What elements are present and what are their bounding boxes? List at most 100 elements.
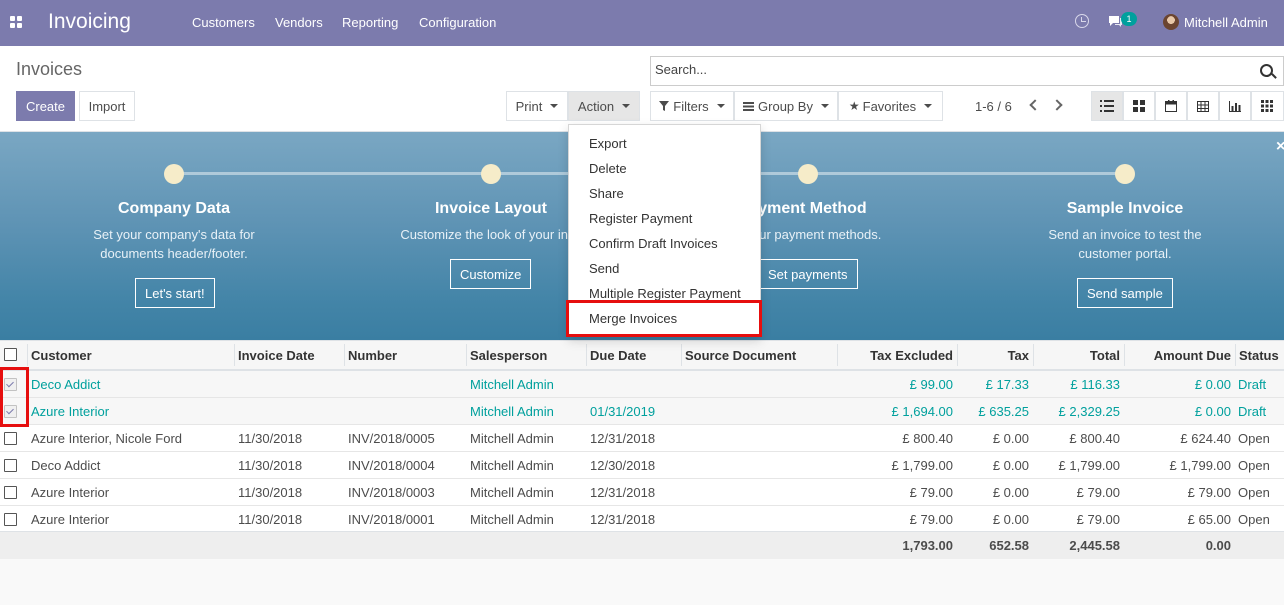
select-all-checkbox[interactable] — [4, 348, 17, 361]
cell-salesperson: Mitchell Admin — [470, 458, 554, 473]
cell-amount-due: £ 79.00 — [1187, 485, 1231, 500]
table-row[interactable]: Azure Interior, Nicole Ford 11/30/2018 I… — [0, 425, 1284, 452]
filters-button[interactable]: Filters — [650, 91, 734, 121]
col-tax-excluded[interactable]: Tax Excluded — [870, 348, 953, 363]
groupby-label: Group By — [758, 98, 813, 114]
cell-due-date: 12/30/2018 — [590, 458, 656, 473]
create-button[interactable]: Create — [16, 91, 75, 121]
list-view-button[interactable] — [1091, 91, 1123, 121]
menu-item-share[interactable]: Share — [589, 186, 624, 201]
caret-down-icon — [622, 104, 631, 108]
caret-down-icon — [550, 104, 559, 108]
col-amount-due[interactable]: Amount Due — [1154, 348, 1231, 363]
cell-invoice-date: 11/30/2018 — [238, 512, 303, 527]
pager-value[interactable]: 1-6 / 6 — [975, 99, 1012, 114]
dashboard-grid-icon — [1261, 100, 1273, 112]
caret-down-icon — [820, 104, 829, 108]
row-checkbox[interactable] — [4, 513, 17, 526]
favorites-button[interactable]: ★ Favorites — [838, 91, 943, 121]
cell-amount-due: £ 624.40 — [1180, 431, 1231, 446]
col-source-document[interactable]: Source Document — [685, 348, 796, 363]
cell-tax-excluded: £ 79.00 — [909, 485, 953, 500]
menu-customers[interactable]: Customers — [192, 15, 255, 30]
step-dot — [164, 164, 184, 184]
app-brand[interactable]: Invoicing — [48, 10, 131, 34]
cell-tax-excluded: £ 1,799.00 — [891, 458, 953, 473]
table-row[interactable]: Deco Addict Mitchell Admin £ 99.00 £ 17.… — [0, 371, 1284, 398]
calendar-view-button[interactable] — [1155, 91, 1187, 121]
print-label: Print — [515, 98, 543, 114]
cell-invoice-date: 11/30/2018 — [238, 485, 303, 500]
cell-status: Open — [1238, 431, 1270, 446]
close-icon[interactable]: × — [1276, 138, 1284, 156]
cell-total: £ 116.33 — [1070, 377, 1120, 392]
search-box[interactable] — [650, 56, 1284, 86]
menu-item-export[interactable]: Export — [589, 136, 627, 151]
search-input[interactable] — [655, 62, 1235, 77]
menu-item-send[interactable]: Send — [589, 261, 619, 276]
menu-reporting[interactable]: Reporting — [342, 15, 398, 30]
caret-down-icon — [924, 104, 933, 108]
row-checkbox[interactable] — [4, 432, 17, 445]
total-amount-due: 0.00 — [1205, 538, 1231, 553]
cell-status: Open — [1238, 485, 1270, 500]
search-icon[interactable] — [1260, 64, 1273, 77]
groupby-button[interactable]: Group By — [734, 91, 838, 121]
cell-status: Draft — [1238, 377, 1267, 392]
list-view-icon — [1100, 100, 1114, 112]
table-row[interactable]: Deco Addict 11/30/2018 INV/2018/0004 Mit… — [0, 452, 1284, 479]
cell-customer: Azure Interior — [31, 485, 110, 500]
action-dropdown-button[interactable]: Action — [568, 91, 640, 121]
cell-number: INV/2018/0001 — [348, 512, 435, 527]
cell-customer: Azure Interior, Nicole Ford — [31, 431, 183, 446]
dashboard-view-button[interactable] — [1251, 91, 1284, 121]
menu-item-confirm-draft[interactable]: Confirm Draft Invoices — [589, 236, 718, 251]
menu-vendors[interactable]: Vendors — [275, 15, 323, 30]
send-sample-button[interactable]: Send sample — [1077, 278, 1173, 308]
customize-button[interactable]: Customize — [450, 259, 532, 289]
cell-due-date: 12/31/2018 — [590, 431, 656, 446]
row-checkbox[interactable] — [4, 486, 17, 499]
pivot-view-button[interactable] — [1187, 91, 1219, 121]
cell-number: INV/2018/0005 — [348, 431, 435, 446]
graph-view-button[interactable] — [1219, 91, 1251, 121]
col-invoice-date[interactable]: Invoice Date — [238, 348, 315, 363]
star-icon: ★ — [848, 99, 860, 113]
import-button[interactable]: Import — [79, 91, 135, 121]
activity-clock-icon[interactable] — [1075, 14, 1089, 28]
col-tax[interactable]: Tax — [1008, 348, 1029, 363]
col-number[interactable]: Number — [348, 348, 397, 363]
row-checkbox[interactable] — [4, 459, 17, 472]
cell-tax: £ 17.33 — [985, 377, 1029, 392]
cell-total: £ 79.00 — [1076, 512, 1120, 527]
cell-number: INV/2018/0004 — [348, 458, 435, 473]
menu-configuration[interactable]: Configuration — [419, 15, 496, 30]
step-title-company: Company Data — [117, 200, 231, 217]
table-row[interactable]: Azure Interior 11/30/2018 INV/2018/0003 … — [0, 479, 1284, 506]
table-row[interactable]: Azure Interior 11/30/2018 INV/2018/0001 … — [0, 506, 1284, 533]
menu-item-delete[interactable]: Delete — [589, 161, 627, 176]
print-dropdown-button[interactable]: Print — [506, 91, 568, 121]
col-status[interactable]: Status — [1239, 348, 1279, 363]
menu-item-multiple-register-payment[interactable]: Multiple Register Payment — [589, 286, 741, 301]
cell-amount-due: £ 1,799.00 — [1169, 458, 1231, 473]
user-menu[interactable]: Mitchell Admin — [1184, 15, 1268, 30]
pager-previous-icon[interactable] — [1029, 99, 1041, 111]
menu-item-register-payment[interactable]: Register Payment — [589, 211, 692, 226]
user-avatar[interactable] — [1163, 14, 1179, 30]
col-due-date[interactable]: Due Date — [590, 348, 646, 363]
merge-invoices-highlight — [566, 300, 762, 337]
total-tax: 652.58 — [989, 538, 1029, 553]
pager-next-icon[interactable] — [1051, 99, 1063, 111]
set-payments-button[interactable]: Set payments — [758, 259, 858, 289]
cell-due-date: 12/31/2018 — [590, 485, 656, 500]
apps-grid-icon[interactable] — [10, 16, 23, 29]
col-salesperson[interactable]: Salesperson — [470, 348, 547, 363]
col-customer[interactable]: Customer — [31, 348, 92, 363]
table-row[interactable]: Azure Interior Mitchell Admin 01/31/2019… — [0, 398, 1284, 425]
step-dot — [1115, 164, 1135, 184]
step-title-sample: Sample Invoice — [1066, 200, 1184, 217]
lets-start-button[interactable]: Let's start! — [135, 278, 215, 308]
kanban-view-button[interactable] — [1123, 91, 1155, 121]
col-total[interactable]: Total — [1090, 348, 1120, 363]
